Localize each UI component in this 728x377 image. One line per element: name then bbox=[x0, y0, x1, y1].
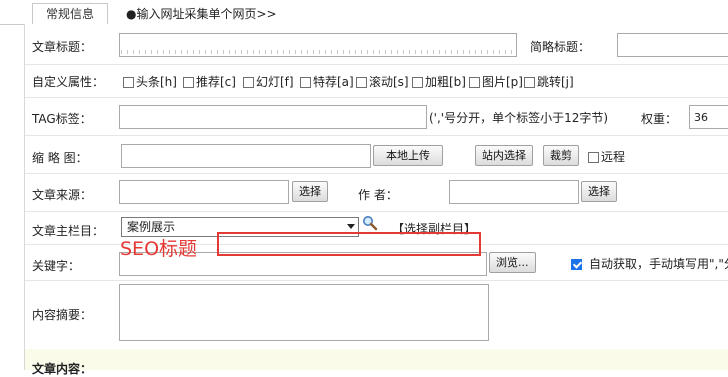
attr-headline-checkbox[interactable]: 头条[h] bbox=[123, 73, 177, 90]
tag-label: TAG标签： bbox=[32, 112, 92, 126]
attr-scroll-checkbox[interactable]: 滚动[s] bbox=[356, 73, 409, 90]
thumbnail-input[interactable] bbox=[121, 144, 371, 168]
attr-label: 跳转[j] bbox=[537, 75, 574, 89]
author-input[interactable] bbox=[449, 180, 579, 204]
article-form: 文章标题： 简略标题： 自定义属性： 头条[h] 推荐[c] 幻灯[f] 特荐[… bbox=[24, 24, 728, 376]
checkbox-icon bbox=[412, 77, 423, 88]
checkbox-checked-icon bbox=[571, 259, 582, 270]
title-ruler bbox=[121, 50, 515, 54]
summary-label: 内容摘要： bbox=[32, 308, 93, 322]
custom-attr-label: 自定义属性： bbox=[32, 75, 105, 89]
local-upload-button[interactable]: 本地上传 bbox=[373, 145, 443, 166]
attr-label: 特荐[a] bbox=[313, 75, 354, 89]
source-select-button[interactable]: 选择 bbox=[292, 181, 328, 202]
checkbox-icon bbox=[243, 77, 254, 88]
attr-label: 推荐[c] bbox=[196, 75, 236, 89]
checkbox-icon bbox=[588, 152, 599, 163]
browse-button[interactable]: 浏览... bbox=[489, 252, 536, 273]
attr-label: 图片[p] bbox=[482, 75, 523, 89]
tag-row: TAG标签： (','号分开，单个标签小于12字节) 权重： bbox=[25, 97, 728, 136]
summary-row: 内容摘要： bbox=[25, 280, 728, 350]
attr-bold-checkbox[interactable]: 加粗[b] bbox=[412, 73, 466, 90]
source-input[interactable] bbox=[119, 180, 289, 204]
author-select-button[interactable]: 选择 bbox=[581, 181, 617, 202]
source-label: 文章来源： bbox=[32, 188, 93, 202]
title-input[interactable] bbox=[119, 33, 517, 57]
annotation-highlight-box bbox=[217, 232, 481, 256]
attr-image-checkbox[interactable]: 图片[p] bbox=[469, 73, 523, 90]
remote-label: 远程 bbox=[601, 150, 626, 164]
weight-input[interactable] bbox=[689, 105, 728, 129]
tag-input[interactable] bbox=[119, 105, 427, 129]
checkbox-icon bbox=[300, 77, 311, 88]
title-label: 文章标题： bbox=[32, 40, 93, 54]
title-row: 文章标题： 简略标题： bbox=[25, 24, 728, 65]
attr-label: 头条[h] bbox=[136, 75, 177, 89]
checkbox-icon bbox=[469, 77, 480, 88]
custom-attr-row: 自定义属性： 头条[h] 推荐[c] 幻灯[f] 特荐[a] 滚动[s] 加粗[… bbox=[25, 64, 728, 98]
checkbox-icon bbox=[356, 77, 367, 88]
remote-checkbox[interactable]: 远程 bbox=[588, 148, 625, 165]
short-title-input[interactable] bbox=[617, 33, 728, 57]
attr-slideshow-checkbox[interactable]: 幻灯[f] bbox=[243, 73, 294, 90]
chevron-down-icon bbox=[347, 224, 355, 229]
content-label: 文章内容： bbox=[32, 362, 93, 376]
attr-recommend-checkbox[interactable]: 推荐[c] bbox=[183, 73, 236, 90]
attr-special-checkbox[interactable]: 特荐[a] bbox=[300, 73, 354, 90]
attr-label: 滚动[s] bbox=[369, 75, 409, 89]
tab-general-info[interactable]: 常规信息 bbox=[32, 3, 108, 26]
summary-textarea[interactable] bbox=[119, 284, 489, 341]
tab-bar: 常规信息 ●输入网址采集单个网页>> bbox=[0, 0, 728, 26]
thumbnail-label: 缩 略 图： bbox=[32, 151, 88, 165]
checkbox-icon bbox=[524, 77, 535, 88]
attr-label: 加粗[b] bbox=[425, 75, 466, 89]
source-row: 文章来源： 选择 作 者： 选择 bbox=[25, 173, 728, 212]
keywords-label: 关键字： bbox=[32, 259, 81, 273]
checkbox-icon bbox=[123, 77, 134, 88]
attr-label: 幻灯[f] bbox=[256, 75, 294, 89]
checkbox-icon bbox=[183, 77, 194, 88]
short-title-label: 简略标题： bbox=[530, 40, 591, 54]
column-label: 文章主栏目： bbox=[32, 224, 105, 238]
weight-label: 权重： bbox=[641, 112, 678, 126]
site-select-button[interactable]: 站内选择 bbox=[475, 145, 533, 166]
author-label: 作 者： bbox=[358, 188, 398, 202]
auto-fetch-checkbox[interactable]: 自动获取，手动填写用","分 bbox=[571, 255, 728, 272]
attr-jump-checkbox[interactable]: 跳转[j] bbox=[524, 73, 574, 90]
tab-collect-webpage[interactable]: ●输入网址采集单个网页>> bbox=[126, 4, 277, 24]
tag-hint: (','号分开，单个标签小于12字节) bbox=[429, 111, 609, 125]
thumbnail-row: 缩 略 图： 本地上传 站内选择 裁剪 远程 bbox=[25, 135, 728, 174]
auto-fetch-label: 自动获取，手动填写用","分 bbox=[589, 257, 728, 271]
crop-button[interactable]: 裁剪 bbox=[543, 145, 579, 166]
column-select-value: 案例展示 bbox=[127, 220, 176, 234]
content-row: 文章内容： bbox=[25, 349, 728, 376]
seo-title-annotation: SEO标题 bbox=[120, 238, 198, 260]
